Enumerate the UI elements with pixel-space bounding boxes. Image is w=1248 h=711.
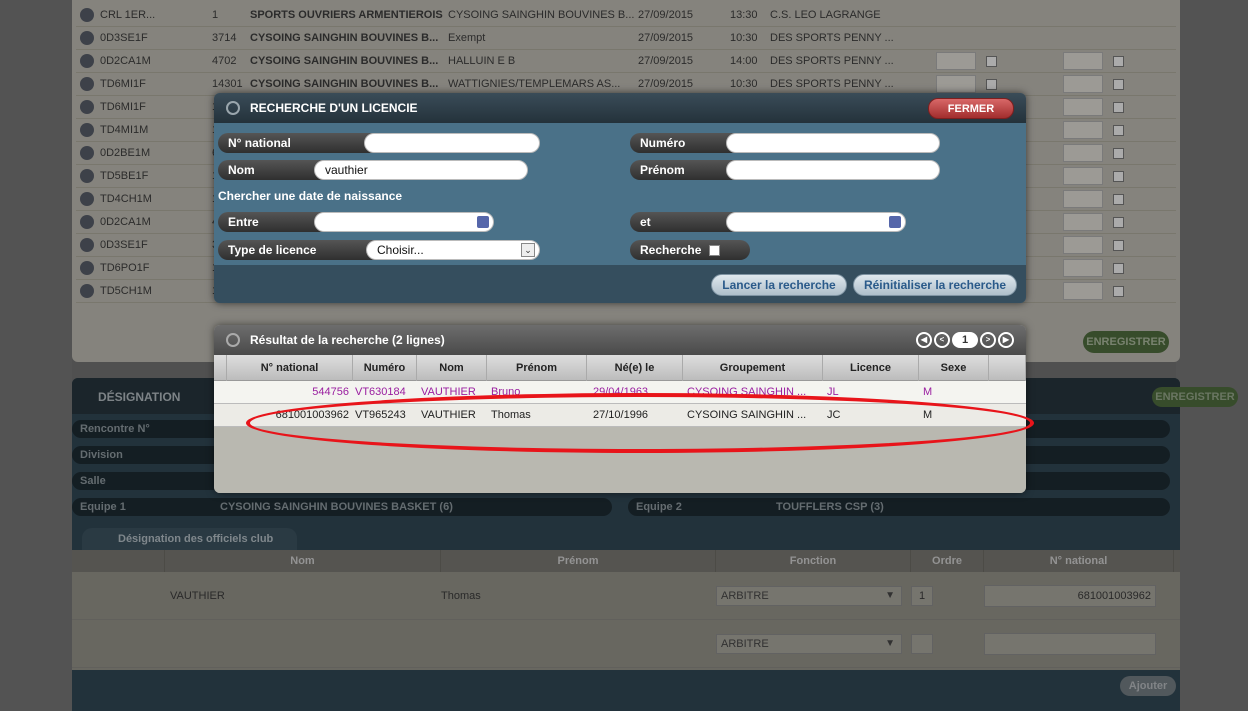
column-header-end [989, 354, 1026, 381]
column-header-select [214, 354, 227, 381]
calendar-icon[interactable] [889, 216, 901, 228]
result-row[interactable]: 544756 VT630184 VAUTHIER Bruno 29/04/196… [214, 381, 1026, 404]
result-numero: VT965243 [355, 409, 406, 421]
result-nom: VAUTHIER [421, 409, 476, 421]
results-table-header: N° national Numéro Nom Prénom Né(e) le G… [214, 354, 1026, 381]
license-type-field: Type de licence Choisir... ⌄ [218, 240, 540, 260]
nom-input[interactable]: vauthier [314, 160, 528, 180]
result-licence: JL [827, 386, 839, 398]
numero-label: Numéro [630, 133, 738, 153]
column-header-nom[interactable]: Nom [417, 354, 487, 381]
result-national: 544756 [312, 386, 349, 398]
result-sexe: M [923, 386, 933, 398]
prenom-input[interactable] [726, 160, 940, 180]
chevron-down-icon: ⌄ [521, 243, 535, 257]
results-title: Résultat de la recherche (2 lignes) [250, 333, 445, 347]
result-row[interactable]: 681001003962 VT965243 VAUTHIER Thomas 27… [214, 404, 1026, 427]
column-header-licence[interactable]: Licence [823, 354, 919, 381]
column-header-sexe[interactable]: Sexe [919, 354, 989, 381]
first-page-icon[interactable]: ◀ [916, 332, 932, 348]
result-naissance: 27/10/1996 [593, 409, 649, 421]
recherche-toggle[interactable]: Recherche [630, 240, 750, 260]
nom-field: Nom vauthier [218, 160, 528, 180]
next-page-icon[interactable]: > [980, 332, 996, 348]
entre-label: Entre [218, 212, 326, 232]
reset-button[interactable]: Réinitialiser la recherche [853, 274, 1017, 296]
column-header-groupement[interactable]: Groupement [683, 354, 823, 381]
recherche-checkbox[interactable] [709, 244, 721, 256]
birthdate-section-title: Chercher une date de naissance [218, 189, 403, 203]
column-header-national[interactable]: N° national [227, 354, 353, 381]
results-empty-area [214, 427, 1026, 493]
results-title-bar: Résultat de la recherche (2 lignes) ◀ < … [214, 325, 1026, 355]
national-field: N° national [218, 133, 540, 153]
pagination: ◀ < 1 > ▶ [914, 332, 1014, 348]
result-sexe: M [923, 409, 933, 421]
prenom-label: Prénom [630, 160, 738, 180]
recherche-label: Recherche [640, 243, 702, 257]
column-header-numero[interactable]: Numéro [353, 354, 417, 381]
numero-field: Numéro [630, 133, 940, 153]
license-search-dialog: RECHERCHE D'UN LICENCIE FERMER N° nation… [214, 93, 1026, 303]
et-label: et [630, 212, 738, 232]
calendar-icon[interactable] [477, 216, 489, 228]
entre-date-input[interactable] [314, 212, 494, 232]
column-header-naissance[interactable]: Né(e) le [587, 354, 683, 381]
dialog-title-bar: RECHERCHE D'UN LICENCIE FERMER [214, 93, 1026, 123]
nom-label: Nom [218, 160, 326, 180]
result-licence: JC [827, 409, 841, 421]
entre-field: Entre [218, 212, 494, 232]
result-groupement: CYSOING SAINGHIN ... [687, 386, 807, 398]
et-field: et [630, 212, 906, 232]
result-naissance: 29/04/1963 [593, 386, 649, 398]
search-button[interactable]: Lancer la recherche [711, 274, 847, 296]
result-prenom: Bruno [491, 386, 521, 398]
dialog-footer: Lancer la recherche Réinitialiser la rec… [214, 265, 1026, 303]
national-input[interactable] [364, 133, 540, 153]
globe-icon [226, 333, 240, 347]
current-page[interactable]: 1 [952, 332, 978, 348]
globe-icon [226, 101, 240, 115]
result-numero: VT630184 [355, 386, 406, 398]
prenom-field: Prénom [630, 160, 940, 180]
search-results-panel: Résultat de la recherche (2 lignes) ◀ < … [214, 325, 1026, 493]
license-type-value: Choisir... [377, 243, 424, 257]
numero-input[interactable] [726, 133, 940, 153]
recherche-field: Recherche [630, 240, 750, 260]
column-header-prenom[interactable]: Prénom [487, 354, 587, 381]
prev-page-icon[interactable]: < [934, 332, 950, 348]
result-national: 681001003962 [275, 409, 349, 421]
result-groupement: CYSOING SAINGHIN ... [687, 409, 807, 421]
license-type-label: Type de licence [218, 240, 378, 260]
close-button[interactable]: FERMER [928, 98, 1014, 119]
dialog-title: RECHERCHE D'UN LICENCIE [250, 101, 418, 115]
et-date-input[interactable] [726, 212, 906, 232]
result-prenom: Thomas [491, 409, 531, 421]
last-page-icon[interactable]: ▶ [998, 332, 1014, 348]
national-label: N° national [218, 133, 376, 153]
license-type-select[interactable]: Choisir... ⌄ [366, 240, 540, 260]
result-nom: VAUTHIER [421, 386, 476, 398]
